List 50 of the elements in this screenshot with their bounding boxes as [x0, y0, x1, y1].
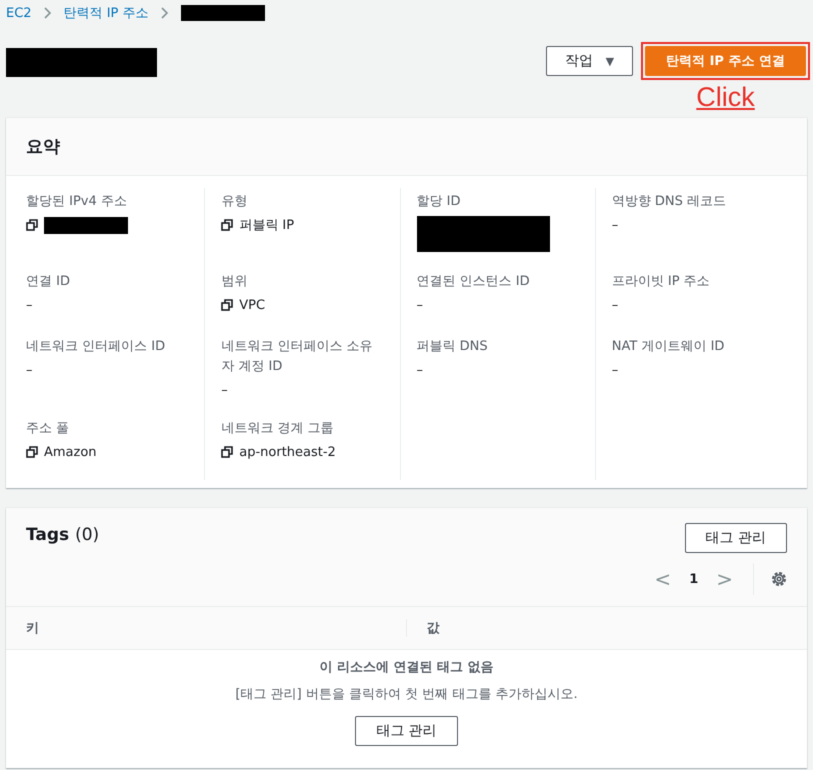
field-label: 할당 ID: [416, 193, 462, 211]
copy-icon[interactable]: [26, 446, 38, 458]
field-value: 퍼블릭 IP: [239, 217, 294, 234]
chevron-right-icon: [160, 7, 169, 19]
copy-icon[interactable]: [221, 219, 234, 231]
manage-tags-button[interactable]: 태그 관리: [684, 523, 787, 553]
empty-state-title: 이 리소스에 연결된 태그 없음: [319, 659, 494, 676]
field-value: ap-northeast-2: [239, 444, 336, 460]
field-value: –: [26, 362, 32, 378]
field-value: –: [416, 362, 423, 378]
panel-title: Tags (0): [26, 524, 100, 547]
copy-icon[interactable]: [221, 446, 234, 458]
field-value: –: [612, 298, 618, 312]
page-number[interactable]: 1: [685, 572, 702, 586]
empty-state-message: [태그 관리] 버튼을 클릭하여 첫 번째 태그를 추가하십시오.: [235, 686, 578, 703]
field-value: Amazon: [44, 444, 97, 460]
copy-icon[interactable]: [26, 219, 38, 231]
chevron-right-icon: [44, 7, 52, 19]
field-label: 주소 풀: [26, 420, 70, 438]
field-value: –: [612, 218, 618, 232]
actions-button[interactable]: 작업 ▼: [546, 46, 634, 76]
field-value: –: [221, 382, 228, 398]
copy-icon[interactable]: [221, 299, 234, 311]
field-label: 범위: [221, 273, 248, 291]
column-header: 값: [426, 620, 440, 637]
breadcrumb-link[interactable]: EC2: [6, 6, 32, 20]
field-label: 역방향 DNS 레코드: [612, 193, 728, 211]
panel-title: 요약: [6, 118, 807, 176]
field-label: 할당된 IPv4 주소: [26, 193, 128, 211]
settings-icon[interactable]: [770, 570, 788, 588]
field-label: 네트워크 인터페이스 소유자 계정 ID: [221, 338, 374, 376]
breadcrumb-link[interactable]: 탄력적 IP 주소: [64, 4, 149, 22]
next-page-button[interactable]: >: [712, 567, 737, 591]
field-value: –: [26, 298, 32, 312]
field-label: 연결 ID: [26, 273, 71, 291]
field-label: NAT 게이트웨이 ID: [612, 338, 726, 356]
field-value: –: [416, 298, 423, 312]
column-header: 키: [6, 619, 406, 637]
field-label: 네트워크 인터페이스 ID: [26, 338, 166, 356]
field-label: 유형: [221, 193, 248, 211]
field-label: 연결된 인스턴스 ID: [416, 273, 531, 291]
field-label: 네트워크 경계 그룹: [221, 420, 335, 438]
field-value: VPC: [239, 298, 266, 312]
field-value: –: [612, 362, 618, 378]
associate-button[interactable]: 탄력적 IP 주소 연결: [645, 46, 806, 76]
field-label: 퍼블릭 DNS: [416, 338, 489, 356]
manage-tags-button[interactable]: 태그 관리: [355, 716, 458, 746]
annotation-text: Click: [696, 82, 755, 113]
previous-page-button[interactable]: <: [650, 567, 676, 591]
field-label: 프라이빗 IP 주소: [612, 273, 711, 291]
